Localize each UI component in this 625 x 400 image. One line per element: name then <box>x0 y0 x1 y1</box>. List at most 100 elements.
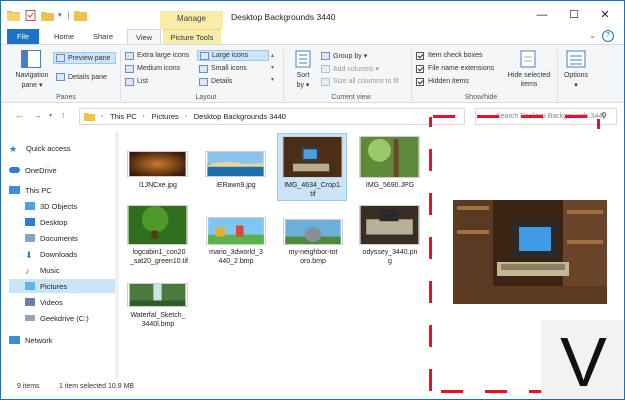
file-name-line2[interactable]: 3440l.bmp <box>121 320 195 329</box>
new-folder-icon[interactable] <box>41 10 54 21</box>
dashed-border-segment <box>433 115 455 118</box>
forward-arrow-icon[interactable]: → <box>33 110 42 120</box>
navigation-pane-button[interactable]: Navigation <box>13 72 51 79</box>
small-icons-option[interactable]: Small icons <box>199 63 269 74</box>
medium-icons-option[interactable]: Medium icons <box>125 63 195 74</box>
small-icons-label: Small icons <box>211 65 247 72</box>
back-arrow-icon[interactable]: ← <box>15 110 24 120</box>
tab-home[interactable]: Home <box>48 29 80 44</box>
collapse-ribbon-icon[interactable]: ⌄ <box>589 31 596 40</box>
customize-toolbar-icon[interactable]: ▾ <box>58 11 62 19</box>
extra-large-icons-option[interactable]: Extra large icons <box>125 50 195 61</box>
sort-by-button[interactable]: Sort <box>289 72 317 79</box>
size-columns-label: Size all columns to fit <box>333 78 399 85</box>
recent-locations-icon[interactable]: ▾ <box>49 112 52 119</box>
file-name[interactable]: l1JNCxe.jpg <box>121 181 195 190</box>
file-name[interactable]: Waterfal_Sketch_ <box>121 311 195 320</box>
address-bar[interactable]: › This PC › Pictures › Desktop Backgroun… <box>79 108 465 125</box>
close-button[interactable]: ✕ <box>591 5 619 25</box>
file-name[interactable]: IMG_4634_Crop1. <box>274 181 352 190</box>
file-thumbnail[interactable] <box>282 136 343 178</box>
sort-by-dropdown[interactable]: by ▾ <box>289 81 317 89</box>
nav-network[interactable]: Network <box>9 333 121 347</box>
list-option[interactable]: List <box>125 76 195 87</box>
window-title: Desktop Backgrounds 3440 <box>231 12 336 22</box>
ribbon-tabs: File Home Share View Picture Tools ⌄ ? <box>1 29 624 44</box>
nav-videos[interactable]: Videos <box>25 295 115 309</box>
nav-documents[interactable]: Documents <box>25 231 115 245</box>
minimize-button[interactable]: — <box>528 5 556 25</box>
ribbon-divider <box>557 49 558 101</box>
nav-pictures[interactable]: Pictures <box>9 279 115 293</box>
nav-onedrive[interactable]: OneDrive <box>9 163 121 177</box>
up-arrow-icon[interactable]: ↑ <box>61 110 66 120</box>
breadcrumb-pictures[interactable]: Pictures <box>152 112 179 121</box>
checkbox-icon <box>416 51 424 60</box>
toolbar-divider: | <box>67 10 70 20</box>
breadcrumb-current-folder[interactable]: Desktop Backgrounds 3440 <box>194 112 286 121</box>
help-icon[interactable]: ? <box>602 30 614 42</box>
nav-label: Documents <box>40 233 78 243</box>
file-thumbnail[interactable] <box>359 205 420 245</box>
file-name-line2[interactable]: g <box>351 257 429 266</box>
dashed-border-segment <box>521 115 543 118</box>
group-by-button[interactable]: Group by ▾ <box>321 50 409 61</box>
file-name[interactable]: my-neighbor-tot <box>275 248 351 257</box>
file-name-line2[interactable]: tif <box>274 190 352 199</box>
file-name[interactable]: mario_3dworld_3 <box>198 248 274 257</box>
options-button[interactable]: Options <box>559 72 593 79</box>
folder-icon[interactable] <box>7 10 20 21</box>
file-thumbnail[interactable] <box>206 217 266 245</box>
large-icons-option[interactable]: Large icons <box>197 50 269 61</box>
breadcrumb-separator-icon: › <box>184 113 187 120</box>
hide-selected-button[interactable]: Hide selected <box>503 72 555 79</box>
breadcrumb-separator-icon: › <box>101 113 103 120</box>
item-check-boxes-toggle[interactable]: Item check boxes <box>416 50 501 61</box>
nav-music[interactable]: ♪ Music <box>25 263 115 277</box>
preview-pane-button[interactable]: Preview pane <box>53 52 116 64</box>
file-thumbnail[interactable] <box>127 205 188 245</box>
properties-icon[interactable] <box>24 9 37 21</box>
tab-file[interactable]: File <box>7 29 39 44</box>
details-option[interactable]: Details <box>199 76 269 87</box>
details-pane-button[interactable]: Details pane <box>53 71 116 83</box>
breadcrumb-this-pc[interactable]: This PC <box>110 112 137 121</box>
music-icon: ♪ <box>25 266 30 276</box>
nav-desktop[interactable]: Desktop <box>25 215 115 229</box>
file-name-line2[interactable]: _sat20_green10.tif <box>119 257 199 266</box>
file-name[interactable]: odyssey_3440.pn <box>351 248 429 257</box>
logo-letter: V <box>560 323 607 400</box>
nav-quick-access[interactable]: ★ Quick access <box>9 141 121 155</box>
file-name[interactable]: iERawn9.jpg <box>199 181 273 190</box>
file-name-line2[interactable]: 440_2.bmp <box>198 257 274 266</box>
nav-3d-objects[interactable]: 3D Objects <box>25 199 115 213</box>
nav-this-pc[interactable]: This PC <box>9 183 121 197</box>
dashed-border-segment <box>429 281 432 303</box>
panes-group-label: Panes <box>56 94 76 101</box>
nav-geekdrive[interactable]: Geekdrive (C:) <box>25 311 115 325</box>
network-icon <box>9 336 20 344</box>
hide-selected-icon <box>520 50 536 68</box>
file-thumbnail[interactable] <box>359 136 420 178</box>
file-thumbnail[interactable] <box>127 283 188 307</box>
file-name-extensions-toggle[interactable]: File name extensions <box>416 63 504 74</box>
navigation-pane-dropdown[interactable]: pane ▾ <box>13 81 51 89</box>
tab-picture-tools[interactable]: Picture Tools <box>163 29 221 44</box>
nav-downloads[interactable]: ⬇ Downloads <box>25 247 115 261</box>
file-thumbnail[interactable] <box>283 219 343 245</box>
hidden-items-toggle[interactable]: Hidden items <box>416 76 501 87</box>
pictures-icon <box>25 282 35 290</box>
maximize-button[interactable]: ☐ <box>560 5 588 25</box>
file-name[interactable]: IMG_5690.JPG <box>353 181 427 190</box>
tab-share[interactable]: Share <box>87 29 119 44</box>
hide-selected-button-line2[interactable]: items <box>503 81 555 88</box>
layout-scroll-arrows[interactable]: ▴ ▾ ▾ <box>271 50 274 86</box>
file-name[interactable]: logcabin1_con20 <box>119 248 199 257</box>
file-thumbnail[interactable] <box>205 151 266 177</box>
file-name-line2[interactable]: oro.bmp <box>275 257 351 266</box>
manage-context-tab[interactable]: Manage <box>160 11 223 29</box>
add-columns-icon <box>321 64 330 73</box>
options-dropdown[interactable]: ▾ <box>559 81 593 89</box>
file-thumbnail[interactable] <box>127 151 188 177</box>
tab-view[interactable]: View <box>127 29 161 44</box>
